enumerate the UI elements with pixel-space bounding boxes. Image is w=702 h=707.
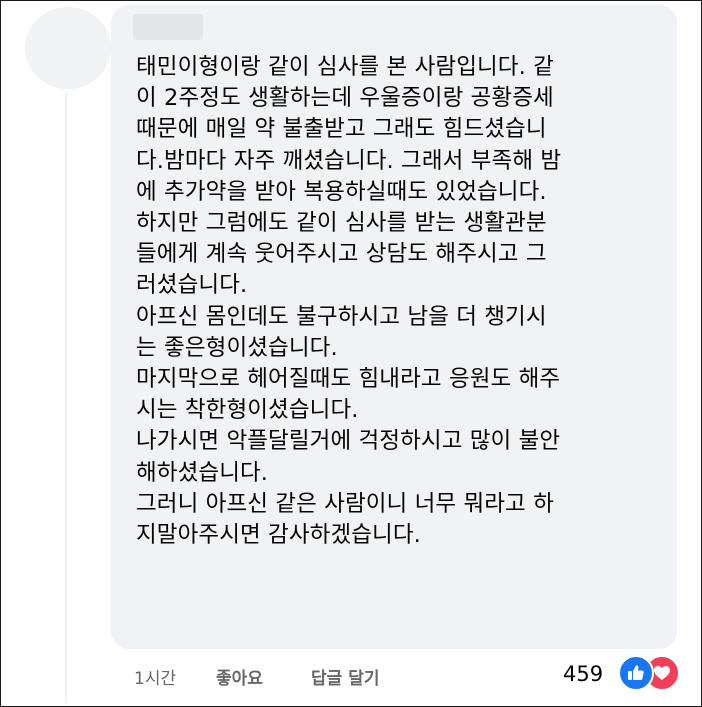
reaction-icons[interactable] [618, 655, 682, 691]
comment-line: 해하셨습니다. [136, 459, 269, 486]
comment-line: 나가시면 악플달릴거에 걱정하시고 많이 불안 [136, 428, 561, 455]
comment-line: 에 추가약을 받아 복용하실때도 있었습니다. [136, 178, 547, 205]
comment-line: 그러니 아프신 같은 사람이니 너무 뭐라고 하 [136, 490, 554, 517]
like-button[interactable]: 좋아요 [216, 664, 263, 689]
like-icon [618, 655, 654, 691]
comment-line: 다.밤마다 자주 깨셨습니다. 그래서 부족해 밤 [136, 147, 562, 174]
reply-button[interactable]: 답글 달기 [311, 664, 379, 689]
comment-line: 마지막으로 헤어질때도 힘내라고 응원도 해주 [136, 366, 561, 393]
comment-text: 태민이형이랑 같이 심사를 본 사람입니다. 같 이 2주정도 생활하는데 우울… [136, 52, 664, 551]
comment-line: 이 2주정도 생활하는데 우울증이랑 공황증세 [136, 85, 554, 112]
comment-line: 러셨습니다. [136, 272, 248, 299]
comment-bubble: 태민이형이랑 같이 심사를 본 사람입니다. 같 이 2주정도 생활하는데 우울… [111, 5, 677, 649]
comment-line: 들에게 계속 웃어주시고 상담도 해주시고 그 [136, 241, 547, 268]
timestamp-link[interactable]: 1시간 [134, 664, 176, 689]
comment-line: 태민이형이랑 같이 심사를 본 사람입니다. 같 [136, 54, 554, 80]
comment-actions: 1시간 좋아요 답글 달기 459 [1, 655, 701, 691]
avatar[interactable] [25, 7, 111, 89]
comment-screenshot: 태민이형이랑 같이 심사를 본 사람입니다. 같 이 2주정도 생활하는데 우울… [0, 0, 702, 707]
thread-line [65, 93, 67, 703]
comment-line: 아프신 몸인데도 불구하시고 남을 더 챙기시 [136, 303, 547, 330]
reaction-count[interactable]: 459 [563, 662, 603, 686]
comment-line: 하지만 그럼에도 같이 심사를 받는 생활관분 [136, 210, 547, 237]
author-name-redacted[interactable] [133, 14, 203, 40]
comment-line: 때문에 매일 약 불출받고 그래도 힘드셨습니 [136, 116, 547, 143]
comment-line: 지말아주시면 감사하겠습니다. [136, 522, 421, 549]
comment-line: 는 좋은형이셨습니다. [136, 334, 338, 361]
comment-line: 시는 착한형이셨습니다. [136, 397, 359, 424]
